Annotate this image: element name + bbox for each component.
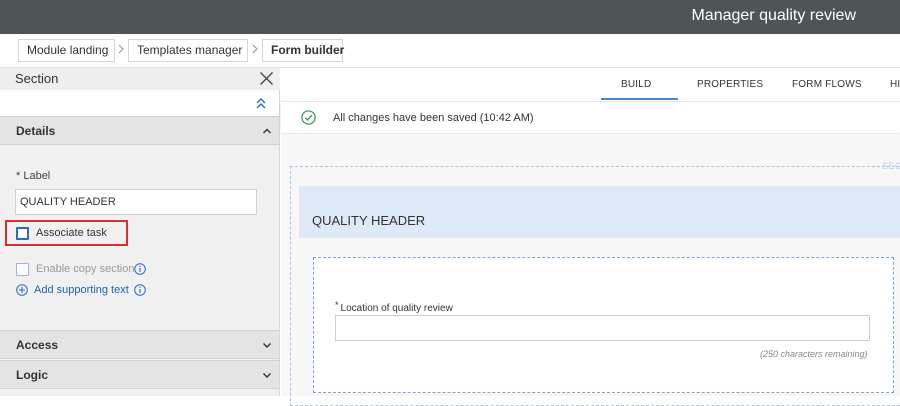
- characters-remaining: (250 characters remaining): [760, 349, 868, 359]
- check-circle-icon: [301, 110, 316, 125]
- page-title: Manager quality review: [691, 7, 856, 24]
- location-field-label: * Location of quality review: [335, 300, 453, 314]
- associate-task-label[interactable]: Associate task: [36, 227, 107, 239]
- breadcrumb-module-landing[interactable]: Module landing: [18, 39, 115, 62]
- panel-header: Section: [0, 68, 280, 90]
- section-tag: SEC: [882, 161, 900, 171]
- location-input[interactable]: [335, 315, 870, 341]
- builder-tabs: BUILD PROPERTIES FORM FLOWS HI: [281, 68, 900, 101]
- chevron-up-icon: [263, 128, 271, 134]
- tab-build[interactable]: BUILD: [621, 79, 651, 90]
- section-panel: Section Details * Label QUALITY HEADER A…: [0, 68, 280, 396]
- enable-copy-section-label: Enable copy section: [36, 263, 135, 275]
- accordion-access[interactable]: Access: [0, 330, 279, 359]
- accordion-logic-label: Logic: [16, 368, 48, 382]
- breadcrumb: Module landing Templates manager Form bu…: [0, 34, 900, 68]
- info-icon[interactable]: [134, 263, 146, 275]
- breadcrumb-form-builder[interactable]: Form builder: [262, 39, 344, 62]
- section-title: QUALITY HEADER: [312, 213, 426, 228]
- add-circle-icon[interactable]: [16, 284, 28, 296]
- chevron-down-icon: [263, 373, 271, 378]
- location-field-label-text: Location of quality review: [340, 303, 453, 314]
- enable-copy-section-checkbox[interactable]: [16, 263, 29, 276]
- accordion-logic[interactable]: Logic: [0, 360, 279, 389]
- field-container[interactable]: * Location of quality review (250 charact…: [313, 257, 894, 393]
- save-status-text: All changes have been saved (10:42 AM): [333, 112, 534, 124]
- tab-history[interactable]: HI: [890, 79, 900, 90]
- chevron-right-icon: [252, 44, 258, 54]
- double-chevron-up-icon[interactable]: [254, 96, 268, 110]
- add-supporting-text-link[interactable]: Add supporting text: [34, 284, 129, 296]
- breadcrumb-templates-manager[interactable]: Templates manager: [128, 39, 248, 62]
- label-input[interactable]: QUALITY HEADER: [15, 189, 257, 215]
- required-asterisk: *: [335, 300, 339, 310]
- tab-form-flows[interactable]: FORM FLOWS: [792, 79, 862, 90]
- tab-properties[interactable]: PROPERTIES: [697, 79, 763, 90]
- app-header: Manager quality review: [0, 0, 900, 34]
- chevron-down-icon: [263, 343, 271, 348]
- panel-toolbar: [0, 90, 279, 116]
- save-status-bar: All changes have been saved (10:42 AM): [281, 101, 900, 133]
- label-field-label: * Label: [16, 170, 51, 182]
- details-body: * Label QUALITY HEADER Associate task En…: [0, 145, 279, 330]
- panel-title: Section: [15, 71, 59, 86]
- accordion-details[interactable]: Details: [0, 116, 279, 145]
- associate-task-checkbox[interactable]: [16, 227, 29, 240]
- accordion-details-label: Details: [16, 124, 56, 138]
- chevron-right-icon: [118, 44, 124, 54]
- section-header[interactable]: QUALITY HEADER: [299, 186, 900, 238]
- info-icon[interactable]: [134, 284, 146, 296]
- close-icon[interactable]: [259, 71, 274, 86]
- accordion-access-label: Access: [16, 338, 59, 352]
- active-tab-indicator: [601, 98, 678, 100]
- form-canvas: SEC QUALITY HEADER * Location of quality …: [281, 134, 900, 406]
